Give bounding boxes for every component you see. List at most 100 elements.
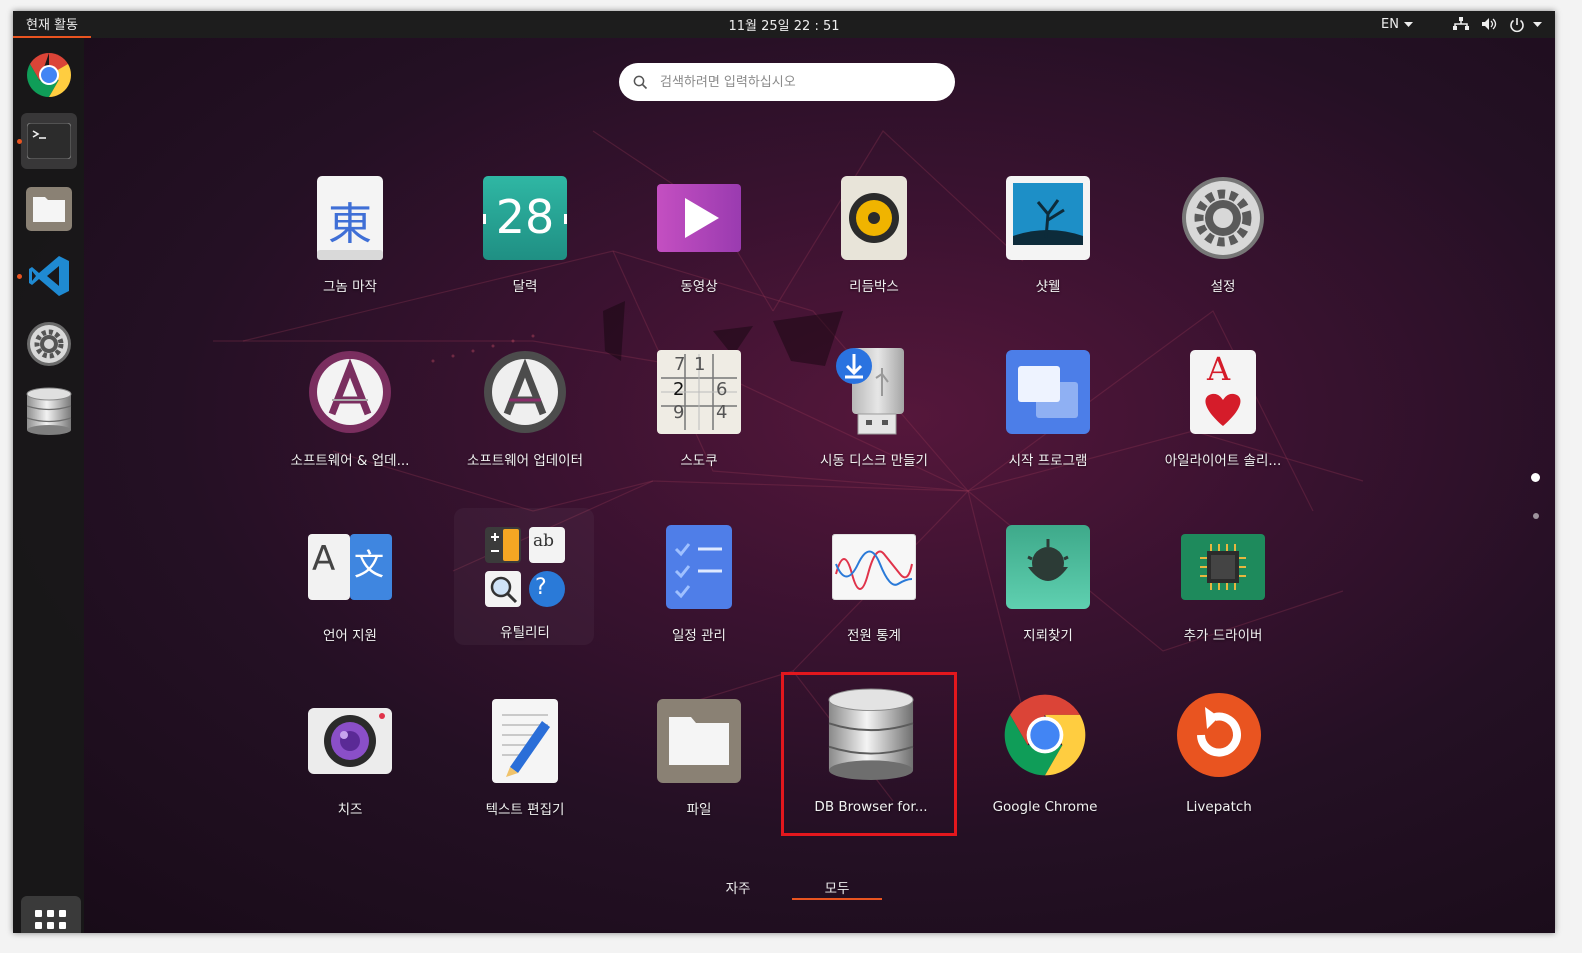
character-map-icon: ab [533,531,555,551]
chrome-icon [27,53,71,97]
lang-glyph-a: A [312,539,336,579]
chart-wave-icon [830,523,918,611]
database-icon [26,387,72,435]
volume-icon[interactable] [1481,17,1498,31]
dock [13,38,84,933]
app-label: 동영상 [680,279,718,295]
mahjong-icon: 東 [306,174,394,262]
dock-terminal[interactable] [21,113,77,169]
folder-icon [655,697,743,785]
chevron-down-icon [1403,21,1413,27]
running-indicator [17,139,22,144]
app-power-statistics[interactable]: 전원 통계 [787,523,961,673]
network-icon[interactable] [1453,17,1469,31]
sudoku-digit: 2 [673,379,685,400]
app-files[interactable]: 파일 [612,697,786,847]
app-label: 소프트웨어 업데이터 [466,453,584,469]
page-dot[interactable] [1533,513,1539,519]
dock-files[interactable] [21,181,77,237]
top-bar: 현재 활동 11월 25일 22 : 51 EN [13,11,1555,38]
clock-label[interactable]: 11월 25일 22 : 51 [729,15,840,34]
app-todo[interactable]: 일정 관리 [612,523,786,673]
running-indicator [17,274,22,279]
dock-vscode[interactable] [21,248,77,304]
playing-card-icon: A [1179,348,1267,436]
app-label: 치즈 [337,802,363,818]
app-label: 유틸리티 [500,625,550,641]
app-videos[interactable]: 동영상 [612,174,786,324]
app-label: 언어 지원 [323,628,377,644]
calendar-day: 28 [495,190,555,244]
app-label: 일정 관리 [672,628,726,644]
app-label: 파일 [686,802,712,818]
circuit-chip-icon [1179,523,1267,611]
vscode-icon [29,256,69,296]
app-settings[interactable]: 설정 [1136,174,1310,324]
app-calendar[interactable]: 28 달력 [438,174,612,324]
app-startup-disk-creator[interactable]: 시동 디스크 만들기 [787,348,961,498]
show-applications-button[interactable] [21,896,81,933]
app-label: 달력 [512,279,538,295]
utilities-folder-icon: ? ab [481,523,569,611]
app-rhythmbox[interactable]: 리듬박스 [787,174,961,324]
sudoku-digit: 9 [673,402,685,423]
language-icon: A 文 [306,523,394,611]
app-label: Google Chrome [992,799,1098,815]
app-label: 샷웰 [1035,279,1061,295]
app-shotwell[interactable]: 샷웰 [961,174,1135,324]
app-language-support[interactable]: A 文 언어 지원 [263,523,437,673]
app-label: 시작 프로그램 [1008,453,1088,469]
app-label: 소프트웨어 & 업데... [290,453,410,469]
tab-frequent[interactable]: 자주 [718,877,758,897]
software-a-purple-icon [306,348,394,436]
language-indicator[interactable]: EN [1381,11,1413,38]
page-dot-current[interactable] [1531,473,1540,482]
grid-icon [35,910,66,929]
app-software-updater[interactable]: 소프트웨어 업데이터 [438,348,612,498]
app-livepatch[interactable]: Livepatch [1132,691,1306,841]
help-question-icon: ? [535,575,547,600]
app-label: 그놈 마작 [323,279,377,295]
sudoku-grid-icon: 7 1 2 6 9 4 [655,348,743,436]
sudoku-digit: 7 [674,354,686,375]
app-label: 지뢰찾기 [1023,628,1073,644]
search-input[interactable] [658,73,942,91]
card-rank: A [1207,350,1231,388]
mahjong-glyph: 東 [328,199,372,250]
app-cheese[interactable]: 치즈 [263,697,437,847]
activities-button[interactable]: 현재 활동 [13,11,91,38]
app-text-editor[interactable]: 텍스트 편집기 [438,697,612,847]
dock-settings[interactable] [21,316,77,372]
app-additional-drivers[interactable]: 추가 드라이버 [1136,523,1310,673]
camera-icon [306,697,394,785]
video-play-icon [655,174,743,262]
app-label: 추가 드라이버 [1183,628,1263,644]
app-mahjong[interactable]: 東 그놈 마작 [263,174,437,324]
app-software-updates[interactable]: 소프트웨어 & 업데... [263,348,437,498]
settings-gear-icon [27,322,71,366]
tab-all[interactable]: 모두 [817,877,857,897]
chrome-icon [1001,691,1089,779]
search-box[interactable] [619,63,955,101]
app-label: 리듬박스 [849,279,899,295]
pencil-document-icon [481,697,569,785]
power-icon[interactable] [1509,17,1525,33]
app-label: 전원 통계 [847,628,901,644]
sudoku-digit: 6 [716,379,728,400]
app-startup-applications[interactable]: 시작 프로그램 [961,348,1135,498]
clock-area: 11월 25일 22 : 51 [13,11,1555,38]
app-mines[interactable]: 지뢰찾기 [961,523,1135,673]
app-utilities-folder[interactable]: ? ab 유틸리티 [438,523,612,673]
system-menu-chevron-icon[interactable] [1533,22,1542,28]
app-sudoku[interactable]: 7 1 2 6 9 4 스도쿠 [612,348,786,498]
app-google-chrome[interactable]: Google Chrome [958,691,1132,841]
software-a-gray-icon [481,348,569,436]
dock-db-browser[interactable] [21,383,77,439]
usb-drive-icon [830,348,918,436]
dock-chrome[interactable] [21,47,77,103]
app-aisleriot-solitaire[interactable]: A 아일라이어트 솔리... [1136,348,1310,498]
selection-highlight-box [781,672,957,836]
search-icon [633,75,648,89]
sudoku-digit: 1 [694,354,706,375]
photo-tree-icon [1004,174,1092,262]
